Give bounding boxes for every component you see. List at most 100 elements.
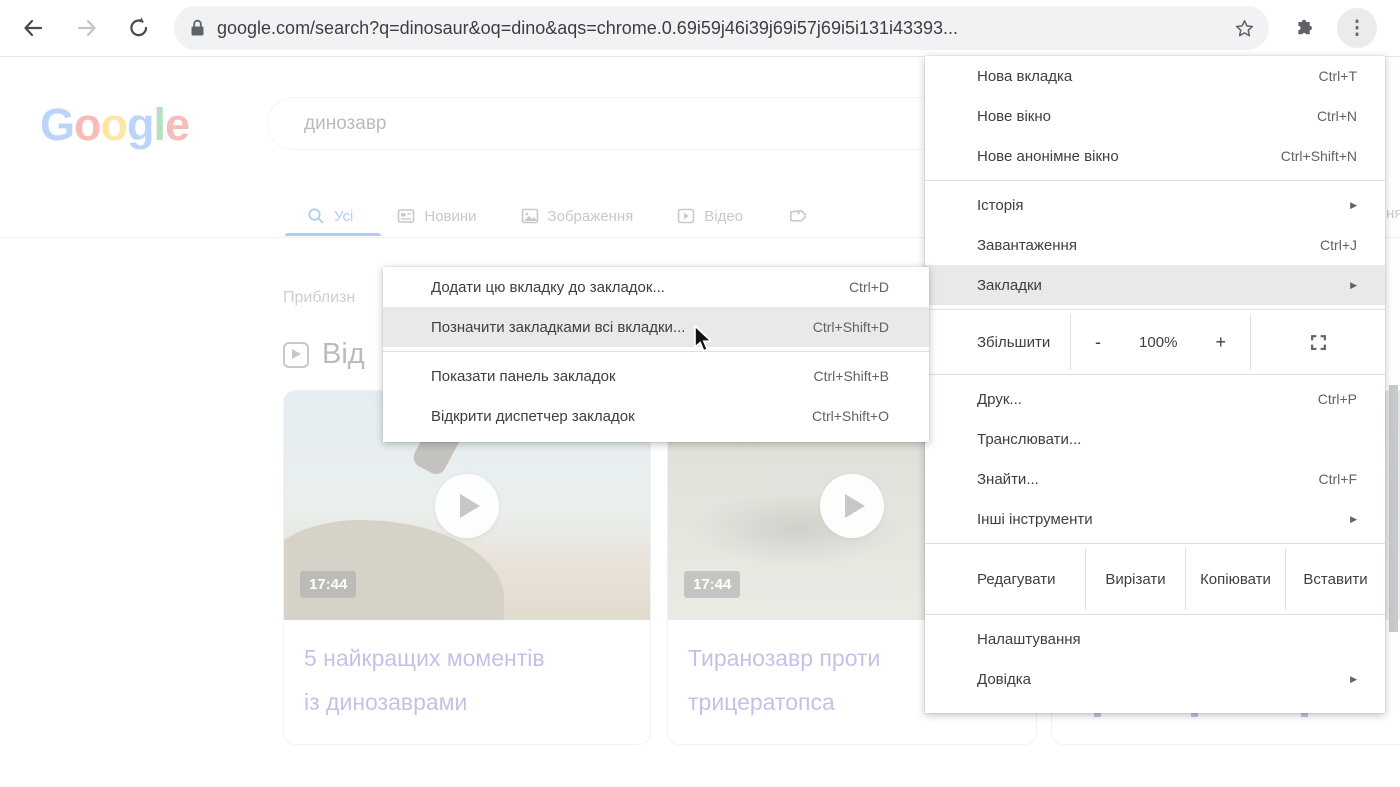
settings-link-fragment: ня — [1386, 205, 1400, 222]
fullscreen-icon — [1310, 334, 1327, 351]
menu-label: Нова вкладка — [977, 68, 1319, 85]
menu-separator — [925, 180, 1385, 181]
menu-item-settings[interactable]: Налаштування — [925, 619, 1385, 659]
video-duration-badge: 17:44 — [300, 571, 356, 598]
menu-label: Показати панель закладок — [431, 368, 814, 385]
submenu-arrow-icon: ▶ — [1350, 674, 1357, 685]
chrome-menu: Нова вкладка Ctrl+T Нове вікно Ctrl+N Но… — [925, 56, 1385, 713]
submenu-item-bookmark-all-tabs[interactable]: Позначити закладками всі вкладки... Ctrl… — [383, 307, 929, 347]
menu-separator — [925, 543, 1385, 544]
menu-shortcut: Ctrl+T — [1319, 68, 1358, 84]
menu-item-history[interactable]: Історія ▶ — [925, 185, 1385, 225]
tab-news[interactable]: Новини — [397, 207, 476, 225]
tab-label: Новини — [424, 208, 476, 225]
bookmarks-submenu: Додати цю вкладку до закладок... Ctrl+D … — [383, 267, 929, 442]
paste-button[interactable]: Вставити — [1285, 548, 1385, 610]
menu-label: Нове вікно — [977, 108, 1317, 125]
browser-window: Google динозавр Усі Новини Зображення Ві… — [0, 0, 1400, 787]
tab-images[interactable]: Зображення — [521, 207, 634, 225]
menu-shortcut: Ctrl+N — [1317, 108, 1357, 124]
three-dots-icon: ⋮ — [1348, 17, 1367, 40]
news-icon — [397, 207, 415, 225]
menu-label: Довідка — [977, 671, 1350, 688]
tab-label: Усі — [334, 208, 353, 225]
menu-item-more-tools[interactable]: Інші інструменти ▶ — [925, 499, 1385, 539]
menu-separator — [925, 374, 1385, 375]
video-title-line: 5 найкращих моментів — [304, 645, 545, 671]
logo-letter: o — [101, 99, 128, 150]
menu-shortcut: Ctrl+Shift+D — [813, 319, 889, 335]
cut-button[interactable]: Вирізати — [1085, 548, 1185, 610]
mouse-cursor — [694, 325, 716, 355]
edit-controls-row: Редагувати Вирізати Копіювати Вставити — [925, 548, 1385, 610]
zoom-in-button[interactable]: + — [1215, 332, 1226, 353]
tab-all[interactable]: Усі — [307, 207, 353, 225]
menu-shortcut: Ctrl+P — [1318, 391, 1357, 407]
video-title[interactable]: 5 найкращих моментівіз динозаврами — [304, 636, 630, 724]
zoom-out-button[interactable]: - — [1095, 332, 1101, 353]
menu-item-find[interactable]: Знайти... Ctrl+F — [925, 459, 1385, 499]
clipped-title-fragment — [1301, 713, 1308, 717]
menu-label: Нове анонімне вікно — [977, 148, 1281, 165]
google-logo: Google — [40, 99, 189, 151]
submenu-item-show-bookmarks-bar[interactable]: Показати панель закладок Ctrl+Shift+B — [383, 356, 929, 396]
submenu-item-bookmark-this-tab[interactable]: Додати цю вкладку до закладок... Ctrl+D — [383, 267, 929, 307]
search-icon — [307, 207, 325, 225]
menu-label: Друк... — [977, 391, 1318, 408]
reload-button[interactable] — [118, 7, 160, 49]
menu-item-new-tab[interactable]: Нова вкладка Ctrl+T — [925, 56, 1385, 96]
browser-menu-button[interactable]: ⋮ — [1337, 8, 1377, 48]
menu-item-downloads[interactable]: Завантаження Ctrl+J — [925, 225, 1385, 265]
zoom-label: Збільшити — [925, 314, 1070, 370]
logo-letter: l — [154, 99, 166, 150]
results-count: Приблизн — [283, 289, 355, 307]
zoom-level-value: 100% — [1139, 334, 1177, 351]
menu-label: Інші інструменти — [977, 511, 1350, 528]
play-button[interactable] — [820, 474, 884, 538]
tab-videos[interactable]: Відео — [677, 207, 743, 225]
menu-separator — [925, 309, 1385, 310]
edit-label: Редагувати — [925, 548, 1085, 610]
submenu-arrow-icon: ▶ — [1350, 280, 1357, 291]
logo-letter: g — [127, 99, 154, 150]
menu-label: Закладки — [977, 277, 1350, 294]
lock-icon — [190, 19, 205, 37]
tab-label: Зображення — [548, 208, 634, 225]
menu-shortcut: Ctrl+Shift+N — [1281, 148, 1357, 164]
logo-letter: e — [165, 99, 189, 150]
bookmark-star-icon[interactable] — [1234, 18, 1255, 39]
menu-label: Налаштування — [977, 631, 1357, 648]
forward-button[interactable] — [66, 7, 108, 49]
video-card[interactable]: 17:44 5 найкращих моментівіз динозаврами — [283, 390, 651, 745]
logo-letter: o — [74, 99, 101, 150]
extensions-button[interactable] — [1283, 7, 1325, 49]
url-text[interactable]: google.com/search?q=dinosaur&oq=dino&aqs… — [217, 18, 1234, 39]
logo-letter: G — [40, 99, 74, 150]
tab-shopping[interactable] — [787, 207, 806, 226]
videos-section-heading: Від — [283, 338, 365, 371]
menu-shortcut: Ctrl+J — [1320, 237, 1357, 253]
video-icon — [677, 207, 695, 225]
page-scrollbar-thumb[interactable] — [1389, 385, 1398, 632]
menu-label: Позначити закладками всі вкладки... — [431, 319, 813, 336]
menu-item-new-incognito[interactable]: Нове анонімне вікно Ctrl+Shift+N — [925, 136, 1385, 176]
menu-label: Відкрити диспетчер закладок — [431, 408, 812, 425]
back-button[interactable] — [12, 7, 54, 49]
menu-item-new-window[interactable]: Нове вікно Ctrl+N — [925, 96, 1385, 136]
menu-item-print[interactable]: Друк... Ctrl+P — [925, 379, 1385, 419]
menu-item-help[interactable]: Довідка ▶ — [925, 659, 1385, 699]
video-title-line: трицератопса — [688, 689, 835, 715]
menu-shortcut: Ctrl+F — [1319, 471, 1358, 487]
menu-item-bookmarks[interactable]: Закладки ▶ — [925, 265, 1385, 305]
submenu-item-bookmark-manager[interactable]: Відкрити диспетчер закладок Ctrl+Shift+O — [383, 396, 929, 436]
submenu-arrow-icon: ▶ — [1350, 200, 1357, 211]
menu-label: Транслювати... — [977, 431, 1357, 448]
submenu-arrow-icon: ▶ — [1350, 514, 1357, 525]
menu-shortcut: Ctrl+Shift+O — [812, 408, 889, 424]
videos-heading-label: Від — [322, 338, 365, 371]
play-button[interactable] — [435, 474, 499, 538]
omnibox[interactable]: google.com/search?q=dinosaur&oq=dino&aqs… — [174, 6, 1269, 50]
menu-item-cast[interactable]: Транслювати... — [925, 419, 1385, 459]
copy-button[interactable]: Копіювати — [1185, 548, 1285, 610]
fullscreen-button[interactable] — [1250, 314, 1385, 370]
